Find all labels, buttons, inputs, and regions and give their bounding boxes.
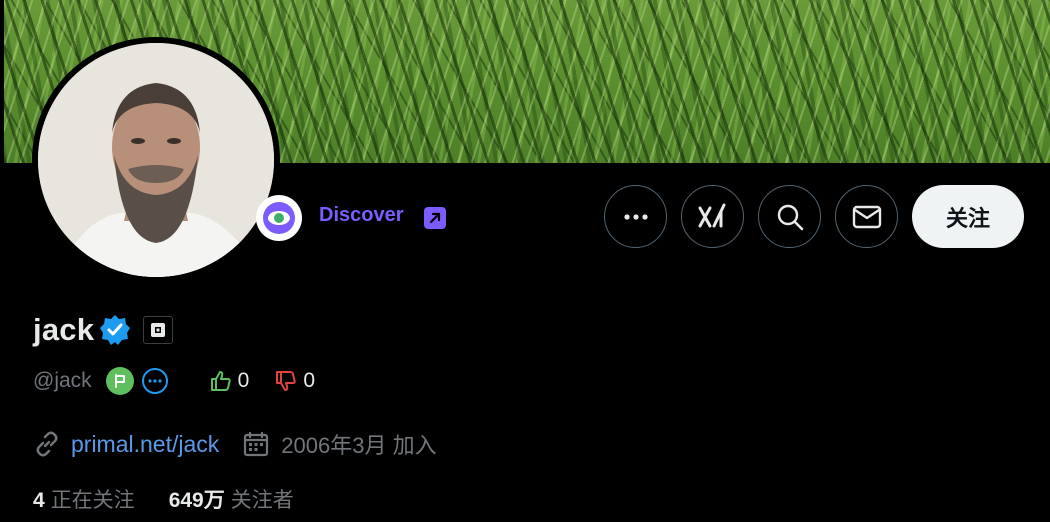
verified-badge-icon[interactable]	[99, 314, 131, 346]
thumbs-up-icon	[210, 371, 231, 391]
upvote-count: 0	[237, 369, 250, 392]
more-options-icon[interactable]	[141, 368, 168, 394]
more-horizontal-icon	[623, 213, 648, 220]
eye-icon[interactable]	[256, 195, 302, 241]
thumbs-down-icon	[276, 371, 296, 391]
display-name: jack	[33, 312, 95, 347]
link-icon	[36, 431, 58, 457]
downvote-count: 0	[303, 369, 316, 392]
follow-button[interactable]: 关注	[912, 185, 1024, 248]
envelope-icon	[852, 205, 881, 228]
downvote-button[interactable]: 0	[275, 369, 315, 393]
grok-button[interactable]	[681, 185, 744, 248]
flag-icon[interactable]	[105, 367, 134, 395]
avatar-image	[38, 43, 274, 277]
xai-grok-icon	[698, 203, 725, 227]
calendar-icon	[244, 431, 269, 457]
website-link[interactable]: primal.net/jack	[71, 431, 219, 458]
profile-name-row: jack	[33, 312, 174, 348]
more-button[interactable]	[604, 185, 667, 248]
message-button[interactable]	[835, 185, 898, 248]
external-arrow-icon[interactable]	[424, 207, 446, 229]
profile-meta-row: primal.net/jack 2006年3月 加入	[33, 428, 437, 460]
profile-avatar[interactable]	[32, 37, 280, 283]
following-count[interactable]: 4	[33, 489, 45, 513]
handle-row: @jack 0 0	[33, 366, 315, 396]
followers-count[interactable]: 649万	[169, 484, 225, 514]
join-date: 2006年3月 加入	[281, 433, 437, 458]
square-org-badge-icon[interactable]	[143, 316, 174, 344]
followers-label[interactable]: 关注者	[231, 484, 294, 514]
username-handle: @jack	[33, 369, 92, 392]
discover-link[interactable]: Discover	[319, 204, 404, 227]
search-icon	[777, 204, 803, 230]
upvote-button[interactable]: 0	[210, 369, 250, 393]
search-button[interactable]	[758, 185, 821, 248]
following-label[interactable]: 正在关注	[51, 484, 135, 514]
follow-stats: 4 正在关注 649万 关注者	[33, 484, 294, 514]
